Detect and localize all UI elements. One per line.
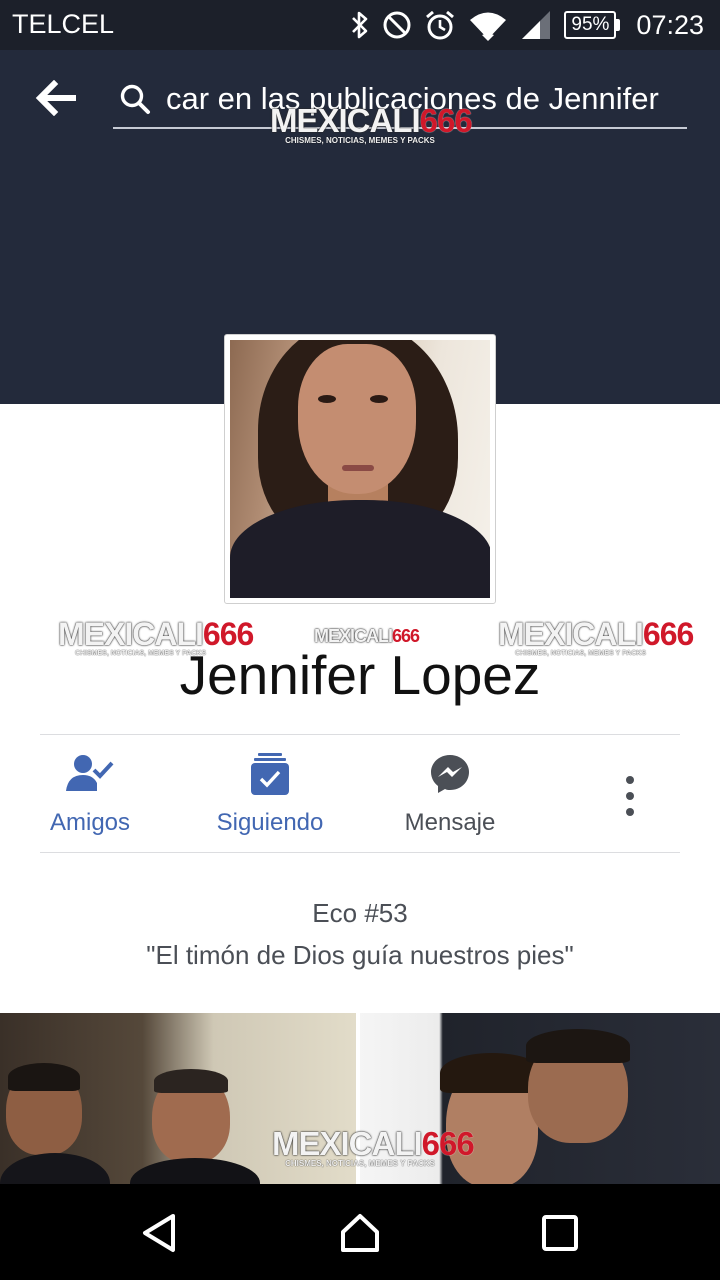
following-button[interactable]: Siguiendo xyxy=(200,736,340,852)
wifi-icon xyxy=(470,12,507,41)
divider xyxy=(40,852,680,853)
friends-label: Amigos xyxy=(49,809,131,836)
profile-picture[interactable] xyxy=(224,334,496,604)
battery-icon: 95% xyxy=(564,11,621,39)
message-label: Mensaje xyxy=(404,809,496,836)
message-button[interactable]: Mensaje xyxy=(390,736,510,852)
search-bar[interactable]: car en las publicaciones de Jennifer xyxy=(113,70,687,129)
bio-title: Eco #53 xyxy=(312,898,408,928)
messenger-icon xyxy=(431,755,469,793)
featured-photo[interactable] xyxy=(0,1013,356,1184)
back-arrow-icon[interactable] xyxy=(34,80,76,116)
recents-nav-icon[interactable] xyxy=(539,1212,581,1254)
back-nav-icon[interactable] xyxy=(139,1212,181,1254)
battery-level: 95% xyxy=(564,11,617,39)
signal-icon xyxy=(522,11,551,39)
carrier-label: TELCEL xyxy=(12,9,115,39)
search-icon xyxy=(120,84,150,114)
profile-name: Jennifer Lopez xyxy=(179,644,541,706)
more-options-button[interactable] xyxy=(600,736,660,852)
following-label: Siguiendo xyxy=(216,809,324,836)
friends-button[interactable]: Amigos xyxy=(30,736,150,852)
following-icon xyxy=(251,753,289,795)
alarm-icon xyxy=(426,10,455,40)
more-vertical-icon xyxy=(626,776,634,816)
bio-quote: "El timón de Dios guía nuestros pies" xyxy=(146,940,574,970)
clock: 07:23 xyxy=(636,9,704,40)
search-input[interactable]: car en las publicaciones de Jennifer xyxy=(166,81,659,117)
bluetooth-icon xyxy=(352,11,368,39)
status-bar: TELCEL 95% 07:23 xyxy=(0,0,720,50)
divider xyxy=(40,734,680,735)
home-nav-icon[interactable] xyxy=(339,1212,381,1254)
system-navigation-bar xyxy=(0,1184,720,1280)
featured-photo[interactable] xyxy=(360,1013,720,1184)
status-icons: 95% 07:23 xyxy=(350,6,704,44)
action-bar: Amigos Siguiendo Mensaje xyxy=(0,736,720,852)
featured-photos xyxy=(0,1013,720,1184)
friends-check-icon xyxy=(66,755,114,791)
do-not-disturb-icon xyxy=(383,11,411,39)
